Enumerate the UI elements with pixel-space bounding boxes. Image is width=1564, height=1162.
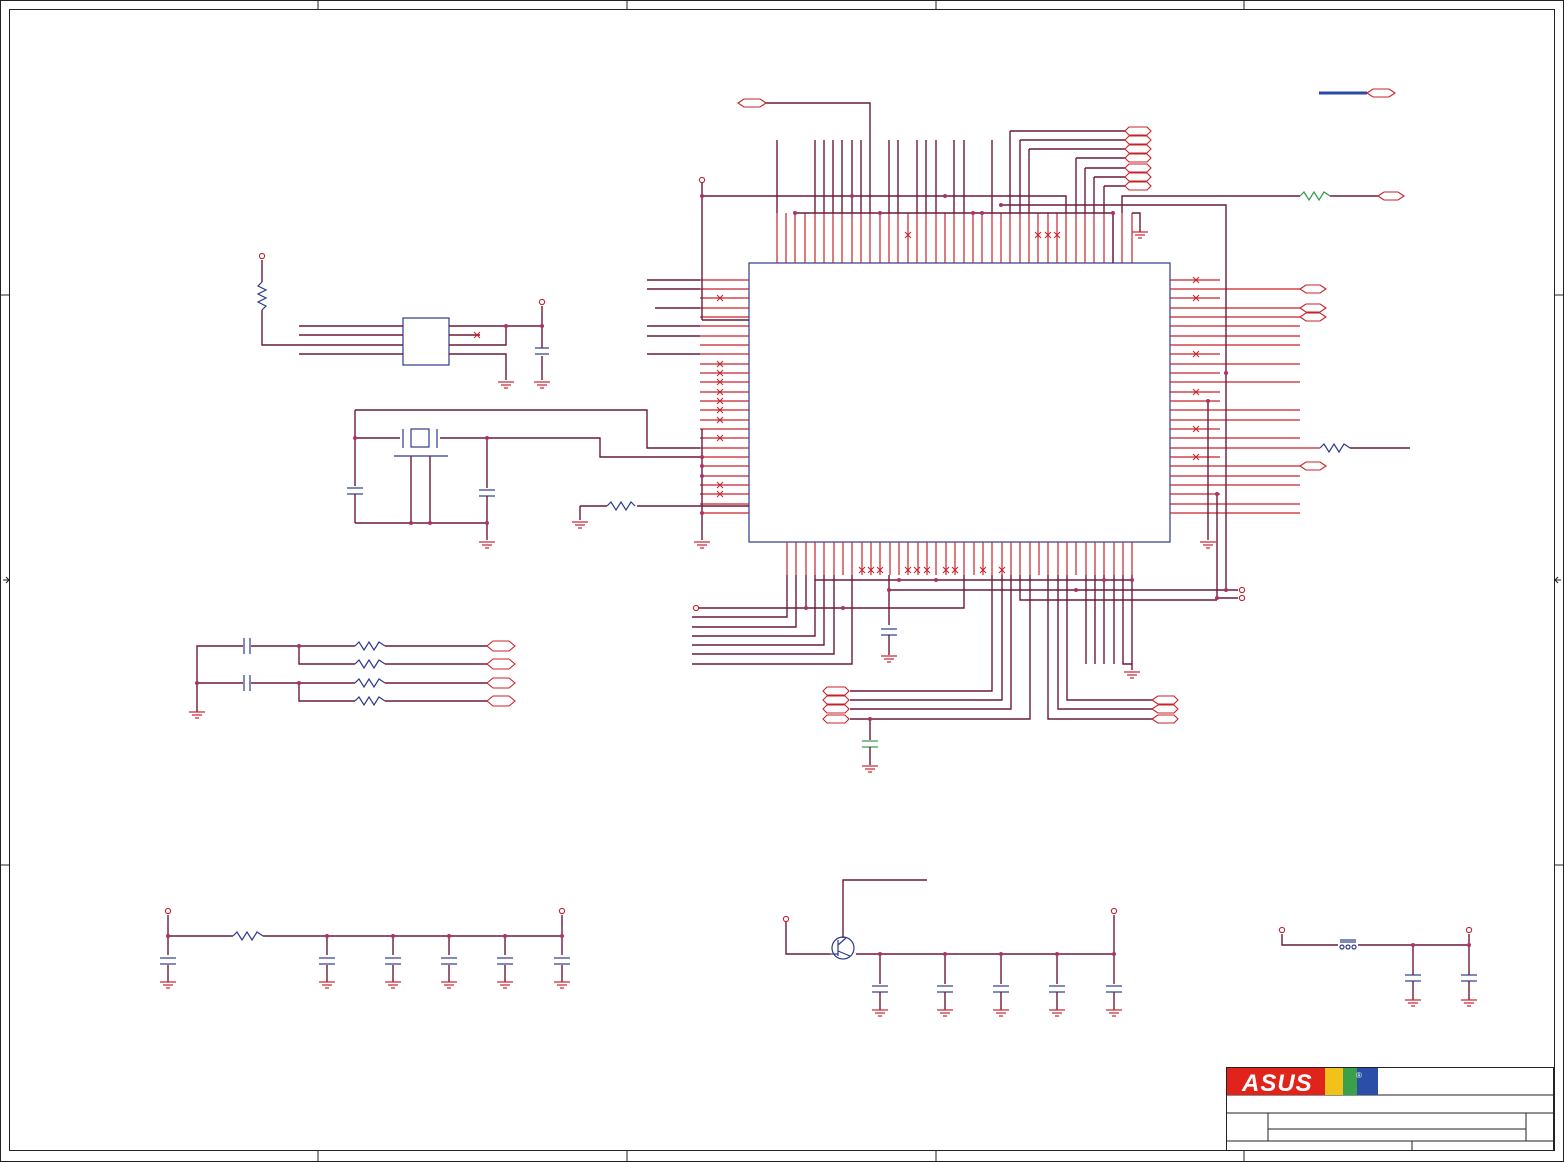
ground-symbols: [160, 231, 1477, 1017]
no-connect-markers: [716, 231, 1200, 574]
bottom-ic-wiring: [692, 575, 1217, 740]
off-page-connectors: [486, 88, 1405, 724]
resistor-right: [1319, 442, 1351, 454]
sheet-border: [0, 0, 1564, 1162]
crystal-block: [347, 410, 495, 540]
eeprom-block: [256, 260, 549, 380]
ic-bottom-pins: [786, 542, 1133, 575]
title-block: ASUS ®: [1226, 1067, 1554, 1151]
logo-text: ASUS: [1241, 1070, 1313, 1097]
left-ic-wiring: [355, 279, 749, 540]
resistor-rref: [606, 500, 636, 512]
filter-block: [1281, 934, 1477, 1000]
ic-right-pins: [1170, 279, 1320, 514]
diff-pair-block: [196, 638, 487, 712]
schematic-sheet: ASUS ®: [0, 0, 1564, 1162]
regulator-block: [785, 879, 1122, 1010]
decoupling-rail-left: [160, 915, 570, 982]
ic-top-pins: [776, 213, 1133, 263]
cap-bottom-ic: [881, 628, 897, 636]
resistor-green: [1299, 190, 1331, 202]
main-ic: [748, 262, 1171, 543]
inductor-symbol: [1339, 939, 1357, 950]
asus-logo: ASUS ®: [1227, 1068, 1378, 1097]
transistor-symbol: [830, 936, 855, 960]
right-ic-wiring: [889, 401, 1410, 599]
power-rail-symbols: [164, 176, 1473, 934]
registered-mark: ®: [1356, 1071, 1362, 1080]
ic-left-pins: [700, 279, 749, 514]
top-bus-wiring: [701, 102, 1378, 590]
cap-green: [862, 740, 878, 748]
